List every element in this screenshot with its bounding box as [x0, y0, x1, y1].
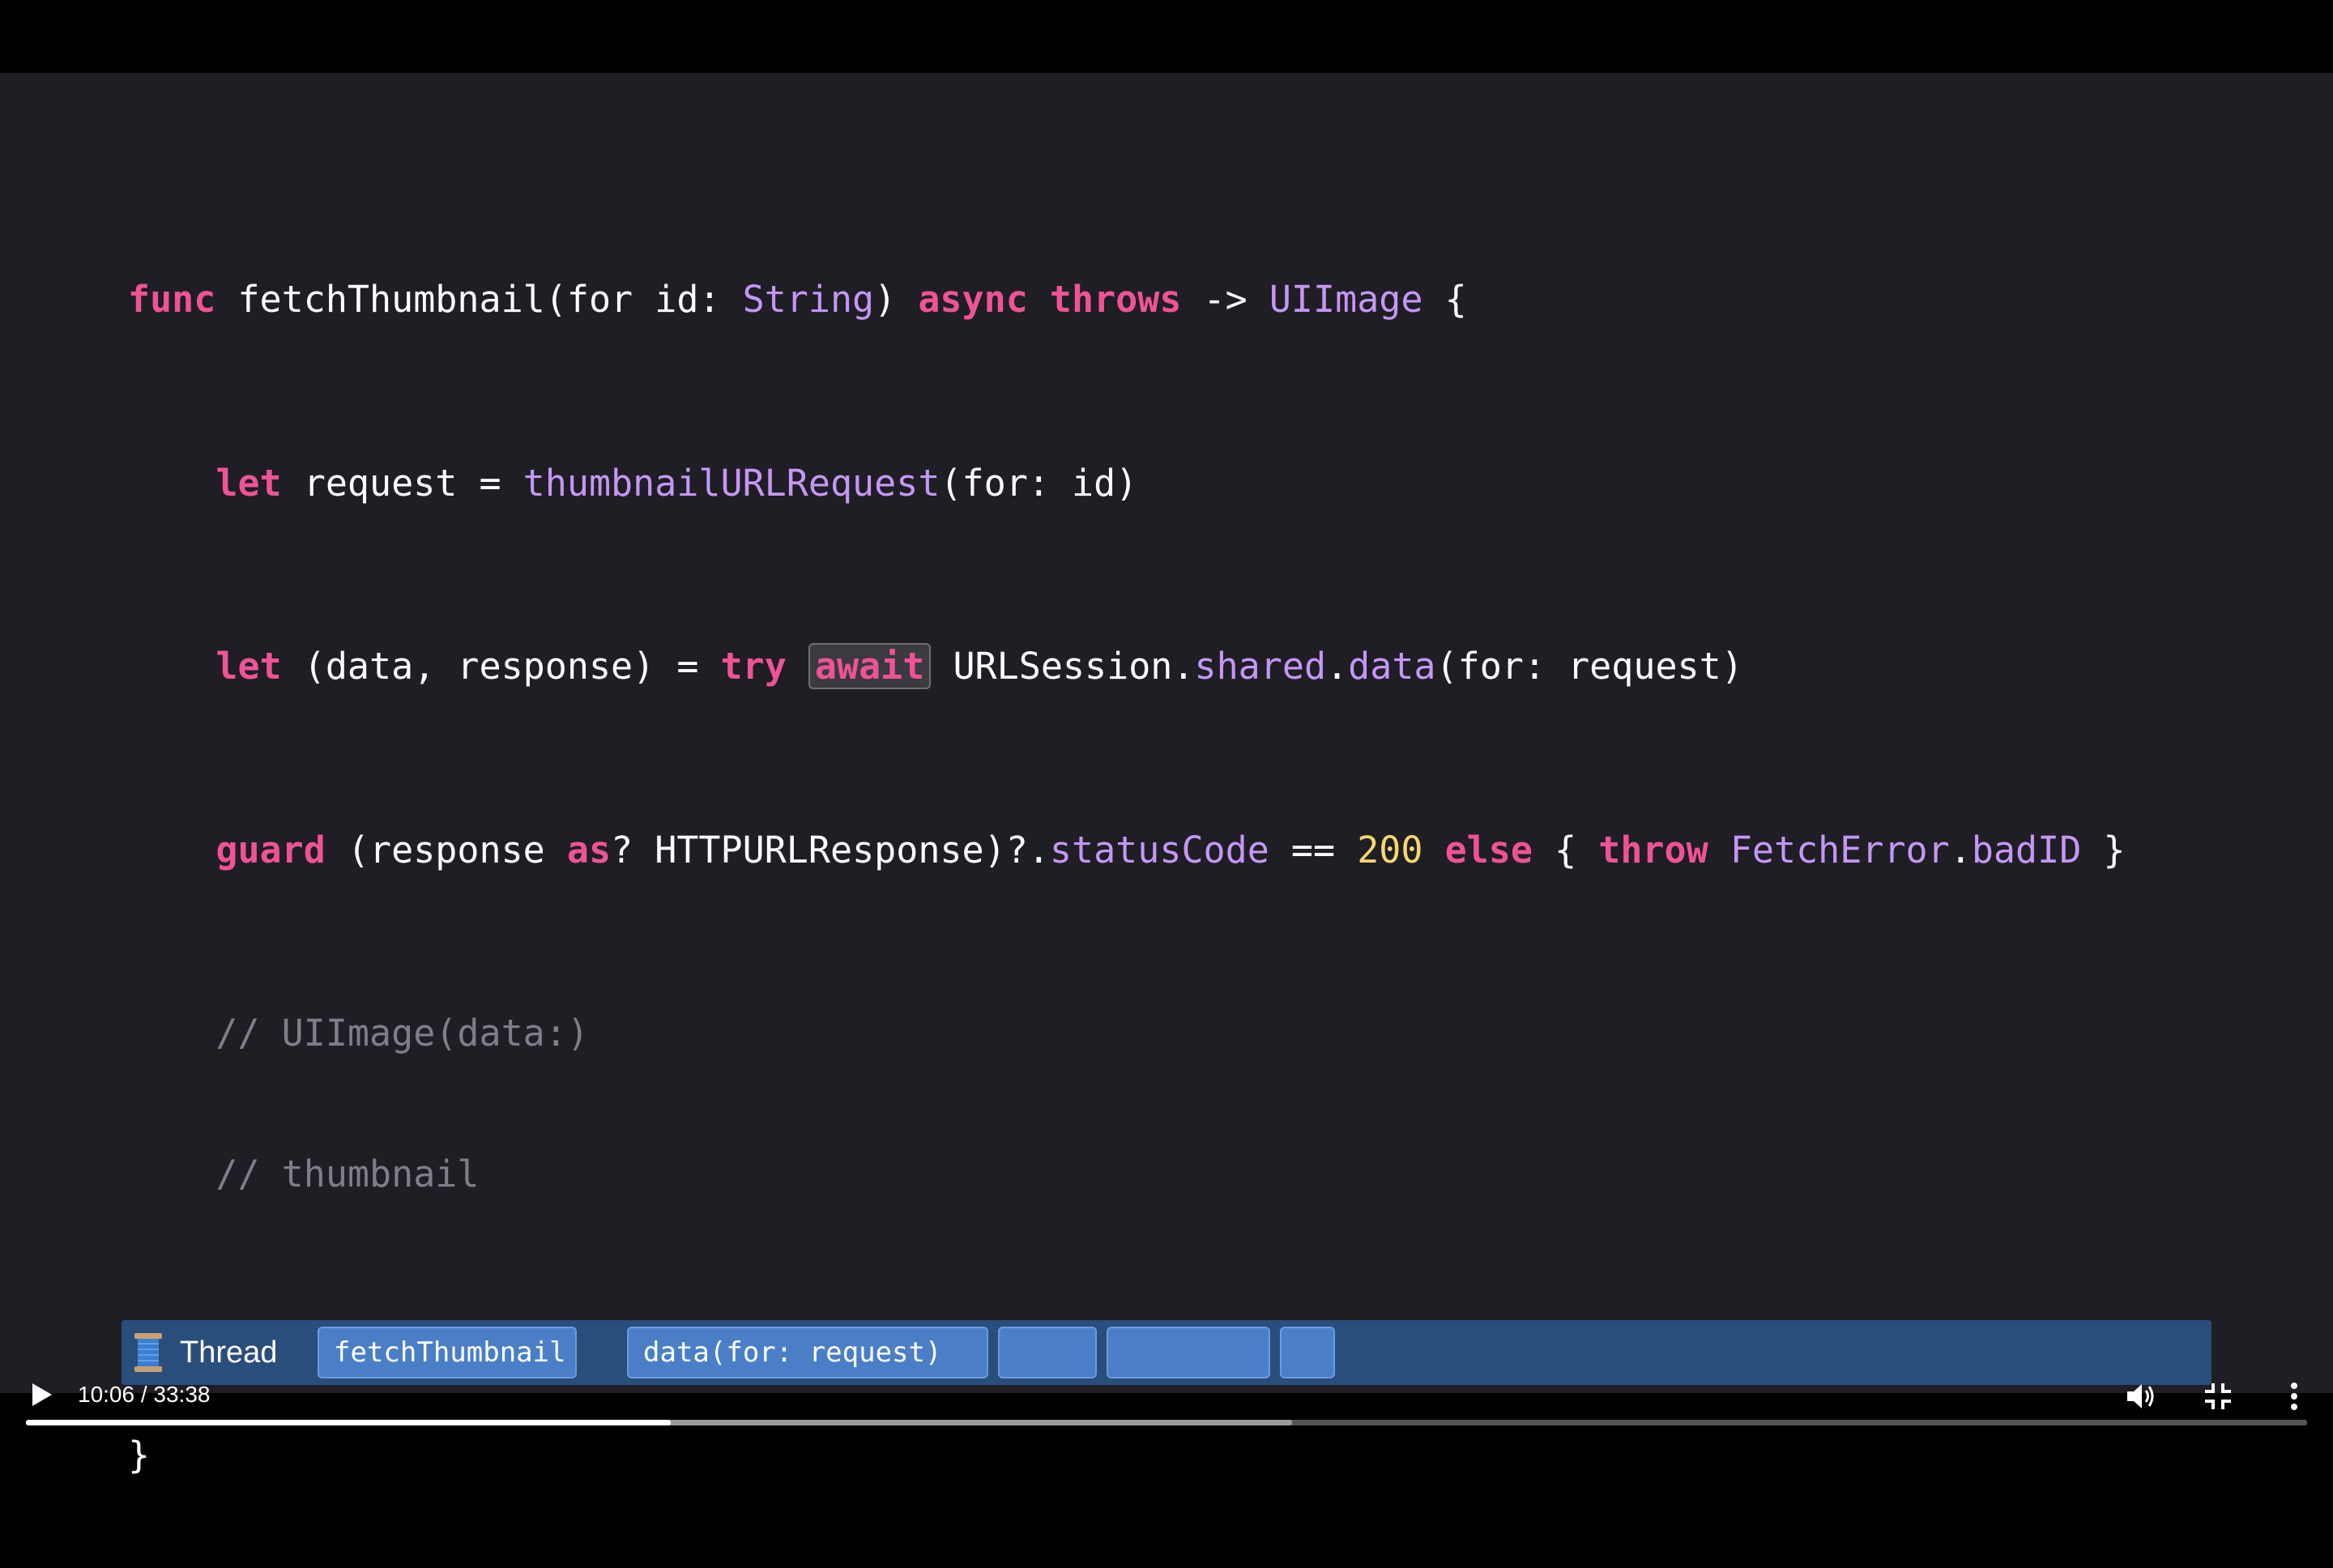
- highlighted-await-keyword: await: [808, 643, 932, 689]
- video-frame: func fetchThumbnail(for id: String) asyn…: [0, 73, 2333, 1476]
- progress-played: [26, 1420, 671, 1425]
- more-options-icon[interactable]: [2276, 1378, 2312, 1414]
- keyword: func: [128, 278, 216, 321]
- keyword: throw: [1598, 828, 1708, 871]
- member-name: statusCode: [1049, 828, 1269, 871]
- keyword: try: [720, 645, 787, 688]
- code-line-3: let (data, response) = try await URLSess…: [128, 639, 2126, 694]
- type-name: HTTPURLResponse: [655, 828, 984, 871]
- keyword: throws: [1049, 278, 1182, 321]
- member-name: badID: [1971, 828, 2082, 871]
- code-text: }: [2081, 828, 2126, 871]
- type-name: FetchError: [1729, 828, 1950, 871]
- volume-icon[interactable]: [2122, 1378, 2158, 1414]
- code-text: (for: id): [940, 461, 1138, 505]
- code-line-1: func fetchThumbnail(for id: String) asyn…: [128, 272, 2126, 327]
- play-icon[interactable]: [24, 1378, 57, 1411]
- code-text: (data, response) =: [281, 645, 721, 688]
- time-display: 10:06 / 33:38: [78, 1382, 211, 1407]
- code-text: {: [1422, 278, 1467, 321]
- code-line-2: let request = thumbnailURLRequest(for: i…: [128, 456, 2126, 511]
- video-controls: 10:06 / 33:38: [0, 1328, 2333, 1458]
- code-text: {: [1532, 828, 1599, 871]
- function-name: thumbnailURLRequest: [522, 461, 940, 505]
- code-text: )?.: [983, 828, 1050, 871]
- code-line-6: // thumbnail: [128, 1152, 480, 1195]
- code-text: request =: [281, 461, 523, 505]
- member-name: shared: [1194, 645, 1327, 688]
- keyword: else: [1444, 828, 1533, 871]
- exit-fullscreen-icon[interactable]: [2200, 1378, 2236, 1414]
- keyword: as: [566, 828, 612, 871]
- top-letterbox: [0, 0, 2333, 73]
- code-text: (for: request): [1435, 645, 1743, 688]
- code-text: .: [1326, 645, 1349, 688]
- code-text: .: [1172, 645, 1195, 688]
- progress-bar[interactable]: [26, 1420, 2307, 1425]
- code-text: ->: [1181, 278, 1269, 321]
- code-text: fetchThumbnail(for id:: [215, 278, 743, 321]
- type-name: URLSession: [953, 645, 1173, 688]
- keyword: let: [215, 645, 282, 688]
- keyword: async: [918, 278, 1028, 321]
- code-text: ==: [1269, 828, 1358, 871]
- keyword: let: [215, 461, 282, 505]
- member-name: data: [1348, 645, 1436, 688]
- keyword: guard: [215, 828, 326, 871]
- code-text: (response: [325, 828, 567, 871]
- type-name: UIImage: [1269, 278, 1423, 321]
- code-text: ): [874, 278, 919, 321]
- code-line-4: guard (response as? HTTPURLResponse)?.st…: [128, 823, 2126, 878]
- type-name: String: [742, 278, 875, 321]
- number-literal: 200: [1357, 828, 1423, 871]
- code-text: .: [1949, 828, 1972, 871]
- code-line-5: // UIImage(data:): [128, 1012, 589, 1055]
- code-text: ?: [611, 828, 655, 871]
